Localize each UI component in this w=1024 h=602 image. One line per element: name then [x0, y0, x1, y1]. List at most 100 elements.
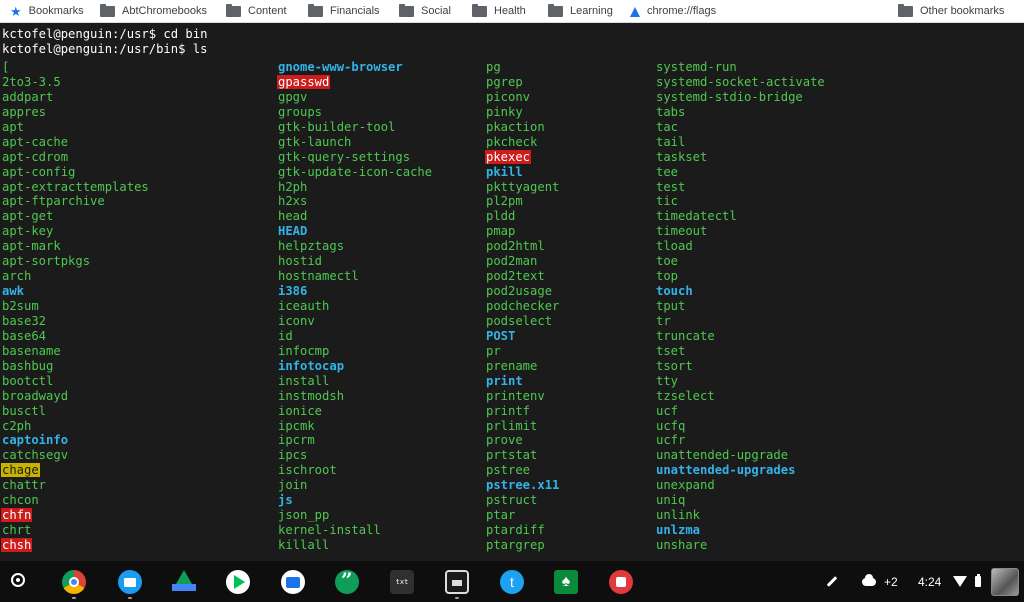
file-name: touch [656, 284, 693, 299]
bookmark-folder-financials[interactable]: Financials [308, 0, 380, 22]
file-name: pg [486, 60, 501, 74]
bookmark-label: Social [421, 5, 451, 17]
file-name: helpztags [278, 239, 345, 254]
file-entry: ucfr [655, 433, 826, 448]
file-name: podselect [486, 313, 553, 328]
file-entry: chrt [1, 523, 150, 538]
file-name: bootctl [2, 373, 54, 388]
file-name: apt-mark [2, 239, 61, 254]
bookmark-folder-abtchromebooks[interactable]: AbtChromebooks [100, 0, 207, 22]
file-name: truncate [656, 328, 715, 343]
file-entry: ionice [277, 404, 433, 419]
printer-icon[interactable] [445, 570, 469, 594]
file-name: kernel-install [278, 523, 381, 538]
file-name: pl2pm [486, 194, 523, 209]
file-entry: truncate [655, 329, 826, 344]
file-entry: ischroot [277, 463, 433, 478]
file-entry: prtstat [485, 448, 560, 463]
file-entry: gpasswd [277, 74, 433, 90]
file-name: apt-config [2, 164, 76, 179]
stylus-tools-button[interactable] [826, 561, 838, 602]
file-entry: systemd-socket-activate [655, 75, 826, 90]
file-name: install [278, 373, 330, 388]
battery-icon [975, 574, 982, 587]
files-icon[interactable] [118, 570, 142, 594]
file-entry: gnome-www-browser [277, 60, 433, 75]
file-entry: apt-ftparchive [1, 194, 150, 209]
file-entry: piconv [485, 90, 560, 105]
file-entry: busctl [1, 404, 150, 419]
file-name: gpasswd [277, 74, 331, 89]
file-entry: pod2html [485, 239, 560, 254]
file-name: toe [656, 254, 679, 269]
file-entry: HEAD [277, 224, 433, 239]
file-entry: tzselect [655, 389, 826, 404]
image-app-icon[interactable] [609, 570, 633, 594]
file-entry: infotocap [277, 359, 433, 374]
file-name: tee [656, 164, 679, 179]
file-entry: pgrep [485, 75, 560, 90]
file-name: tload [656, 239, 693, 254]
chrome-icon[interactable] [62, 570, 86, 594]
bookmark-folder-learning[interactable]: Learning [548, 0, 613, 22]
file-name: tail [656, 134, 686, 149]
hangouts-icon[interactable] [335, 568, 359, 594]
google-drive-icon[interactable] [172, 570, 196, 591]
file-entry: c2ph [1, 419, 150, 434]
file-entry: apt-cdrom [1, 150, 150, 165]
running-indicator [72, 597, 76, 599]
file-name: gtk-builder-tool [278, 119, 396, 134]
file-name: top [656, 269, 679, 284]
bookmark-chrome-flags[interactable]: chrome://flags [630, 0, 716, 22]
bookmark-folder-social[interactable]: Social [399, 0, 451, 22]
file-name: awk [2, 284, 25, 299]
file-entry: unshare [655, 538, 826, 553]
file-name: pod2text [486, 269, 545, 284]
file-name: pkaction [486, 119, 545, 134]
system-tray[interactable]: 4:24 [918, 561, 1020, 602]
file-name: apt-extracttemplates [2, 179, 149, 194]
file-name: prove [486, 433, 523, 448]
file-name: bashbug [2, 358, 54, 373]
ls-column-1: [2to3-3.5 addpart appres apt apt-cache apt-cd… [1, 60, 150, 553]
file-name: appres [2, 104, 47, 119]
text-editor-icon[interactable]: txt [390, 570, 414, 594]
twitter-icon[interactable]: t [500, 570, 524, 594]
file-name: iconv [278, 313, 315, 328]
file-entry: apt-key [1, 224, 150, 239]
folder-icon [100, 3, 115, 17]
file-name: catchsegv [2, 448, 69, 463]
camera-icon[interactable] [281, 570, 305, 594]
file-name: ipcmk [278, 418, 315, 433]
bookmark-folder-health[interactable]: Health [472, 0, 526, 22]
file-name: POST [486, 328, 516, 343]
file-entry: apt-extracttemplates [1, 180, 150, 195]
file-entry: h2ph [277, 180, 433, 195]
bookmark-folder-other[interactable]: Other bookmarks [898, 0, 1004, 22]
file-name: tset [656, 343, 686, 358]
file-entry: pkexec [485, 149, 560, 165]
bookmark-folder-content[interactable]: Content [226, 0, 287, 22]
solitaire-icon[interactable]: ♠ [554, 570, 578, 594]
file-name: tty [656, 373, 679, 388]
file-entry: h2xs [277, 194, 433, 209]
terminal-window[interactable]: kctofel@penguin:/usr$ cd bin kctofel@pen… [0, 23, 1024, 561]
file-entry: chage [1, 463, 150, 478]
play-store-icon[interactable] [226, 570, 250, 594]
launcher-icon[interactable] [11, 573, 25, 587]
file-name: pstree [486, 463, 531, 478]
file-entry: tput [655, 299, 826, 314]
file-entry: ptardiff [485, 523, 560, 538]
file-entry: systemd-stdio-bridge [655, 90, 826, 105]
file-entry: unlzma [655, 523, 826, 538]
file-entry: pstree [485, 463, 560, 478]
file-entry: taskset [655, 150, 826, 165]
file-name: prtstat [486, 448, 538, 463]
notification-tray[interactable]: +2 [862, 561, 898, 602]
file-entry: prename [485, 359, 560, 374]
bookmark-bookmarks[interactable]: ★ Bookmarks [10, 0, 84, 22]
file-entry: iceauth [277, 299, 433, 314]
file-entry: apt-config [1, 165, 150, 180]
file-entry: infocmp [277, 344, 433, 359]
file-entry: gtk-query-settings [277, 150, 433, 165]
